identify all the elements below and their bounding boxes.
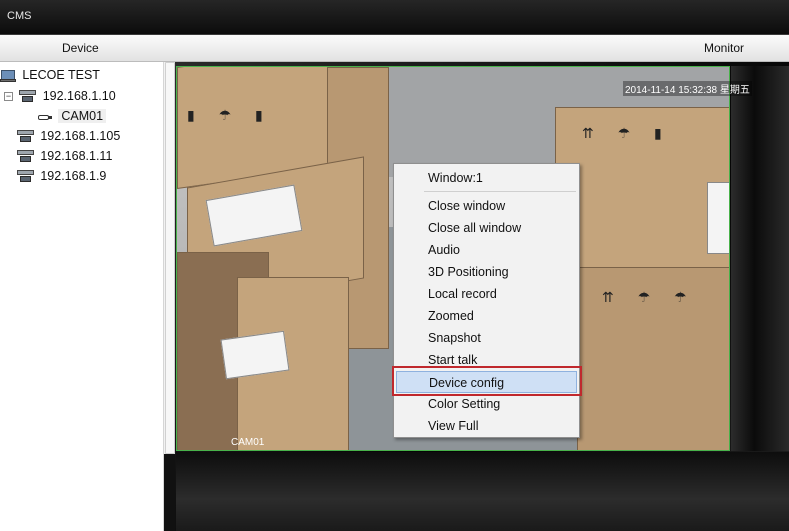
menu-item-close-window[interactable]: Close window xyxy=(396,195,577,217)
menu-separator xyxy=(424,191,576,192)
menu-item-close-all-window[interactable]: Close all window xyxy=(396,217,577,239)
tree-device-1[interactable]: 192.168.1.105 xyxy=(17,127,120,145)
tree-scrollbar[interactable] xyxy=(163,62,175,531)
menu-header-window: Window:1 xyxy=(428,171,483,185)
handling-symbols: ⇈ ☂ ☂ xyxy=(602,289,697,305)
video-window-3[interactable] xyxy=(176,452,789,531)
menu-item-local-record[interactable]: Local record xyxy=(396,283,577,305)
video-camera-label: CAM01 xyxy=(231,437,265,448)
computer-icon xyxy=(0,69,16,82)
tree-camera-label: CAM01 xyxy=(58,109,107,123)
title-bar: CMS xyxy=(0,0,789,35)
monitor-tab[interactable]: Monitor xyxy=(704,41,744,55)
scrollbar-thumb[interactable] xyxy=(165,62,175,454)
tree-device-0[interactable]: − 192.168.1.10 xyxy=(4,87,116,105)
menu-item-snapshot[interactable]: Snapshot xyxy=(396,327,577,349)
menu-item-view-full[interactable]: View Full xyxy=(396,415,577,437)
collapse-icon[interactable]: − xyxy=(4,92,13,102)
camera-icon xyxy=(38,113,52,121)
menu-item-audio[interactable]: Audio xyxy=(396,239,577,261)
tree-device-2[interactable]: 192.168.1.11 xyxy=(17,147,112,165)
tree-device-3[interactable]: 192.168.1.9 xyxy=(17,167,106,185)
device-tree: LECOE TEST − 192.168.1.10 CAM01 192.168.… xyxy=(0,62,163,531)
tree-root-label: LECOE TEST xyxy=(22,68,100,82)
dvr-icon xyxy=(17,170,34,183)
tree-camera-cam01[interactable]: CAM01 xyxy=(38,107,107,125)
dvr-icon xyxy=(17,130,34,143)
tree-device-label: 192.168.1.105 xyxy=(40,129,121,143)
menu-item-zoomed[interactable]: Zoomed xyxy=(396,305,577,327)
app-title: CMS xyxy=(7,10,32,22)
shipping-label xyxy=(707,182,729,254)
handling-symbols: ▮ ☂ ▮ xyxy=(187,107,273,123)
header-bar: Device Monitor xyxy=(0,35,789,62)
device-tab[interactable]: Device xyxy=(62,41,99,55)
tree-device-label: 192.168.1.11 xyxy=(40,149,113,163)
scrollbar-gap xyxy=(164,454,175,531)
tree-device-label: 192.168.1.9 xyxy=(40,169,107,183)
annotation-highlight xyxy=(392,366,582,396)
tree-device-label: 192.168.1.10 xyxy=(42,89,116,103)
dvr-icon xyxy=(17,150,34,163)
context-menu: Window:1 Close window Close all window A… xyxy=(393,163,580,438)
dvr-icon xyxy=(19,90,37,103)
tree-root[interactable]: LECOE TEST xyxy=(0,66,100,84)
video-window-2[interactable] xyxy=(731,66,789,451)
menu-item-color-setting[interactable]: Color Setting xyxy=(396,393,577,415)
menu-item-3d-positioning[interactable]: 3D Positioning xyxy=(396,261,577,283)
video-timestamp: 2014-11-14 15:32:38 星期五 xyxy=(623,81,752,96)
handling-symbols: ⇈ ☂ ▮ xyxy=(582,125,672,141)
